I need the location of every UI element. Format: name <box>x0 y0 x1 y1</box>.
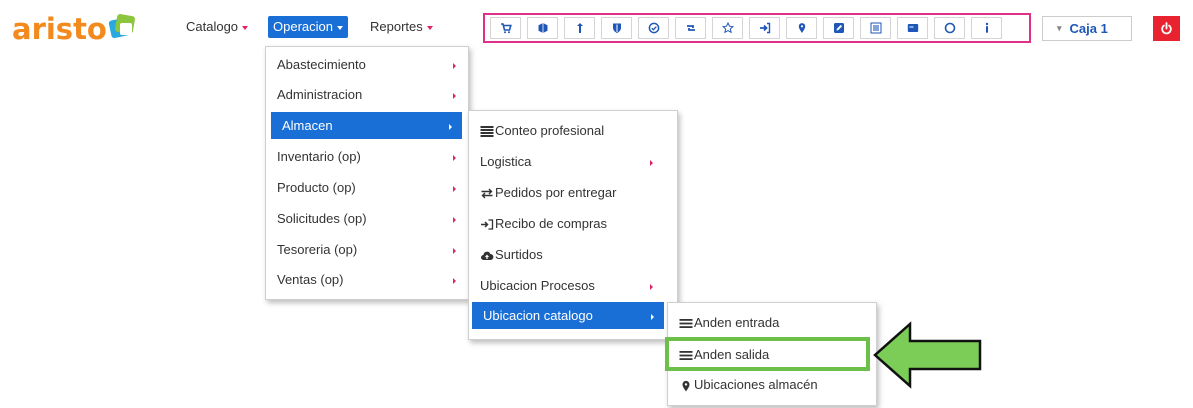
caret-right-icon <box>449 124 452 130</box>
caret-right-icon <box>453 278 456 284</box>
menu-item-pedidos-por-entregar[interactable]: Pedidos por entregar <box>469 179 675 206</box>
menu-item-label: Abastecimiento <box>277 57 366 72</box>
menu-item-label: Pedidos por entregar <box>495 185 617 200</box>
almacen-submenu: Conteo profesional Logistica Pedidos por… <box>468 110 678 340</box>
caret-right-icon <box>651 314 654 320</box>
menu-item-anden-entrada[interactable]: Anden entrada <box>668 309 874 336</box>
edit-icon[interactable] <box>823 17 854 39</box>
menu-item-tesoreria[interactable]: Tesoreria (op) <box>266 236 466 263</box>
menu-item-ventas[interactable]: Ventas (op) <box>266 266 466 293</box>
menu-item-label: Logistica <box>480 154 532 169</box>
pointer-arrow-icon <box>873 321 982 389</box>
menu-item-solicitudes[interactable]: Solicitudes (op) <box>266 205 466 232</box>
exchange-icon <box>481 188 493 199</box>
nav-catalogo-label: Catalogo <box>186 19 239 34</box>
menu-item-ubicacion-procesos[interactable]: Ubicacion Procesos <box>469 272 675 299</box>
menu-item-label: Ubicacion catalogo <box>483 308 593 323</box>
menu-item-recibo-de-compras[interactable]: Recibo de compras <box>469 210 675 237</box>
nav-reportes-label: Reportes <box>370 19 423 34</box>
menu-item-ubicacion-catalogo[interactable]: Ubicacion catalogo <box>472 302 664 329</box>
menu-item-label: Almacen <box>282 118 333 133</box>
caja-dropdown[interactable]: ▾ Caja 1 <box>1042 16 1132 41</box>
quick-toolbar <box>483 13 1031 43</box>
chevron-down-icon: ▾ <box>1057 23 1062 33</box>
menu-item-label: Surtidos <box>495 247 543 262</box>
list-icon <box>480 126 494 138</box>
check-circle-icon[interactable] <box>638 17 669 39</box>
operacion-dropdown: Abastecimiento Administracion Almacen In… <box>265 46 469 300</box>
menu-item-label: Inventario (op) <box>277 149 361 164</box>
circle-icon[interactable] <box>934 17 965 39</box>
menu-item-producto[interactable]: Producto (op) <box>266 174 466 201</box>
caret-right-icon <box>453 248 456 254</box>
caret-down-icon <box>242 25 249 30</box>
menu-item-label: Conteo profesional <box>495 123 605 138</box>
grid-icon[interactable] <box>860 17 891 39</box>
map-marker-icon[interactable] <box>786 17 817 39</box>
top-navbar: aristo Catalogo Operacion Reportes ▾ Caj… <box>0 0 1193 56</box>
nav-reportes[interactable]: Reportes <box>365 16 438 38</box>
caja-label: Caja 1 <box>1069 21 1108 36</box>
shield-icon[interactable] <box>601 17 632 39</box>
menu-item-label: Producto (op) <box>277 180 356 195</box>
menu-item-label: Recibo de compras <box>495 216 607 231</box>
menu-item-label: Ubicacion Procesos <box>480 278 595 293</box>
menu-item-label: Ubicaciones almacén <box>694 377 818 392</box>
caret-right-icon <box>650 284 653 290</box>
caret-right-icon <box>453 186 456 192</box>
power-icon <box>1161 22 1172 35</box>
menu-item-inventario[interactable]: Inventario (op) <box>266 143 466 170</box>
caret-right-icon <box>453 63 456 69</box>
sign-in-icon[interactable] <box>749 17 780 39</box>
map-marker-icon <box>682 380 690 392</box>
menu-item-abastecimiento[interactable]: Abastecimiento <box>266 51 466 78</box>
logo-text: aristo <box>12 12 107 46</box>
cloud-upload-icon <box>481 251 494 261</box>
menu-item-logistica[interactable]: Logistica <box>469 148 675 175</box>
list-icon <box>679 319 693 329</box>
card-icon[interactable] <box>897 17 928 39</box>
menu-item-label: Anden entrada <box>694 315 780 330</box>
sign-in-icon <box>481 219 494 230</box>
highlight-frame <box>665 337 870 371</box>
caret-right-icon <box>453 217 456 223</box>
caret-down-icon <box>336 25 343 30</box>
caret-down-icon <box>426 25 433 30</box>
star-icon[interactable] <box>712 17 743 39</box>
retweet-icon[interactable] <box>675 17 706 39</box>
menu-item-label: Administracion <box>277 87 363 102</box>
caret-right-icon <box>453 155 456 161</box>
nav-operacion[interactable]: Operacion <box>268 16 348 38</box>
aristo-badge-icon <box>108 13 136 39</box>
menu-item-label: Solicitudes (op) <box>277 211 367 226</box>
box-icon[interactable] <box>527 17 558 39</box>
caret-right-icon <box>453 93 456 99</box>
pin-up-icon[interactable] <box>564 17 595 39</box>
info-icon[interactable] <box>971 17 1002 39</box>
caret-right-icon <box>650 160 653 166</box>
power-button[interactable] <box>1153 16 1180 41</box>
nav-catalogo[interactable]: Catalogo <box>181 16 253 38</box>
menu-item-almacen[interactable]: Almacen <box>271 112 462 139</box>
menu-item-label: Ventas (op) <box>277 272 344 287</box>
menu-item-conteo-profesional[interactable]: Conteo profesional <box>469 117 675 144</box>
menu-item-administracion[interactable]: Administracion <box>266 81 466 108</box>
menu-item-label: Tesoreria (op) <box>277 242 358 257</box>
nav-operacion-label: Operacion <box>273 19 333 34</box>
menu-item-ubicaciones-almacen[interactable]: Ubicaciones almacén <box>668 371 874 398</box>
cart-icon[interactable] <box>490 17 521 39</box>
aristo-logo[interactable]: aristo <box>12 12 136 46</box>
menu-item-surtidos[interactable]: Surtidos <box>469 241 675 268</box>
